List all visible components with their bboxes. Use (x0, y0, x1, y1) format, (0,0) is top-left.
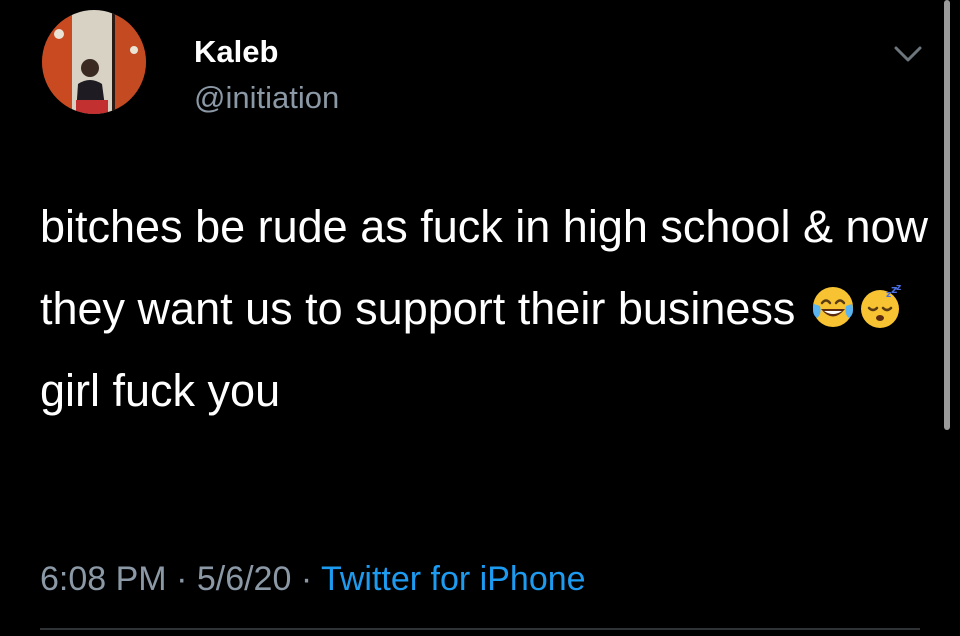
tweet-text-part-1: bitches be rude as fuck in high school &… (40, 201, 941, 334)
tweet-source-link[interactable]: Twitter for iPhone (321, 560, 586, 598)
sleeping-face-icon: z z z (860, 284, 901, 328)
meta-separator: · (291, 560, 321, 598)
tweet-time[interactable]: 6:08 PM (40, 560, 167, 598)
display-name[interactable]: Kaleb (194, 34, 278, 70)
tweet-detail: Kaleb @initiation bitches be rude as fuc… (0, 0, 960, 636)
profile-photo-icon (42, 10, 146, 114)
divider (40, 628, 920, 630)
tweet-date[interactable]: 5/6/20 (197, 560, 292, 598)
svg-text:z: z (896, 284, 901, 293)
face-with-tears-of-joy-icon (812, 287, 853, 327)
avatar[interactable] (42, 10, 146, 114)
tweet-text: bitches be rude as fuck in high school &… (40, 186, 930, 432)
scrollbar[interactable] (944, 0, 950, 430)
chevron-down-icon[interactable] (888, 40, 928, 70)
meta-separator: · (166, 560, 197, 598)
user-handle[interactable]: @initiation (194, 80, 339, 116)
tweet-meta: 6:08 PM · 5/6/20 · Twitter for iPhone (40, 557, 586, 601)
